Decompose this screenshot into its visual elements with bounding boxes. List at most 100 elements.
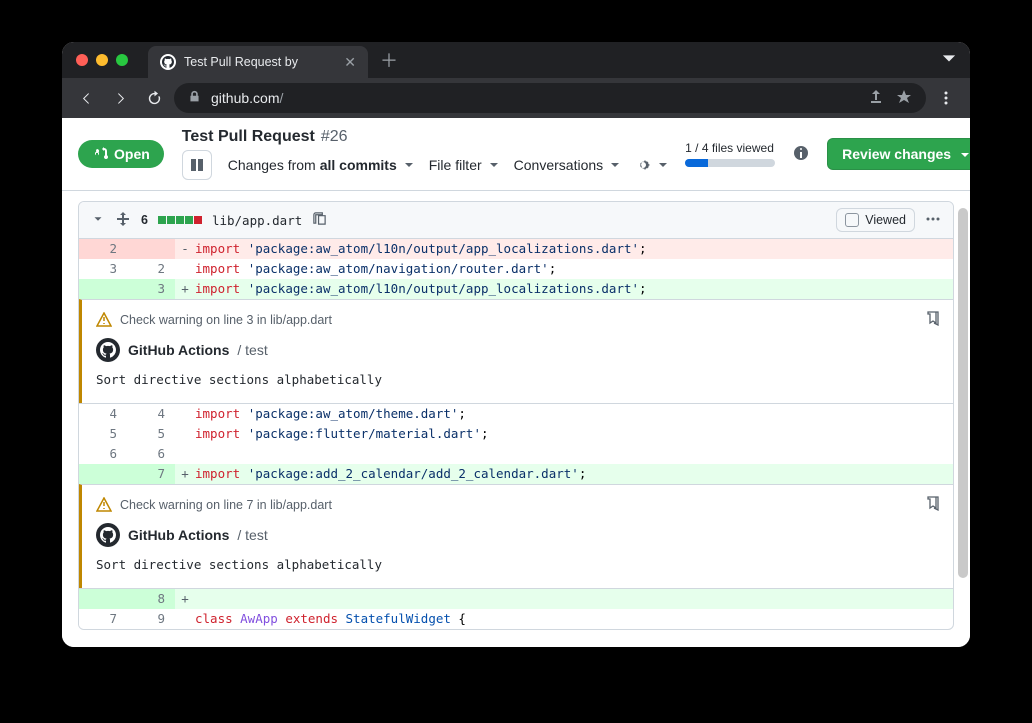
old-line-number: 7 [79, 609, 127, 629]
code-content: import 'package:aw_atom/theme.dart'; [195, 404, 953, 424]
info-icon[interactable] [793, 145, 809, 164]
chevron-down-icon [957, 146, 969, 162]
open-label: Open [114, 146, 150, 162]
old-line-number: 6 [79, 444, 127, 464]
new-line-number: 7 [127, 464, 175, 484]
browser-toolbar: github.com/ [62, 78, 970, 118]
new-line-number: 2 [127, 259, 175, 279]
diff-line[interactable]: 66 [79, 444, 953, 464]
diff-marker [175, 404, 195, 424]
old-line-number: 5 [79, 424, 127, 444]
annotation-actor: GitHub Actions [128, 342, 229, 358]
diff-marker: - [175, 239, 195, 259]
alert-icon [96, 497, 112, 513]
share-icon[interactable] [868, 89, 884, 108]
browser-tab[interactable]: Test Pull Request by ✕ [148, 46, 368, 78]
file-name[interactable]: lib/app.dart [212, 213, 302, 228]
code-content: class AwApp extends StatefulWidget { [195, 609, 953, 629]
window-close[interactable] [76, 54, 88, 66]
conversations-dropdown[interactable]: Conversations [514, 157, 620, 173]
code-content: import 'package:aw_atom/l10n/output/app_… [195, 239, 953, 259]
reload-button[interactable] [140, 84, 168, 112]
diff-marker: + [175, 589, 195, 609]
forward-button[interactable] [106, 84, 134, 112]
files-viewed-progress: 1 / 4 files viewed [685, 141, 775, 167]
new-tab-button[interactable]: ＋ [380, 47, 398, 73]
git-pull-request-icon [92, 146, 108, 162]
toggle-layout-button[interactable] [182, 150, 212, 180]
old-line-number: 2 [79, 239, 127, 259]
old-line-number [79, 279, 127, 299]
github-actions-icon [96, 338, 120, 362]
tab-close-icon[interactable]: ✕ [344, 54, 356, 71]
alert-icon [96, 312, 112, 328]
diff-line[interactable]: 8+ [79, 589, 953, 609]
window-minimize[interactable] [96, 54, 108, 66]
expand-all-icon[interactable] [115, 211, 131, 230]
annotation-body: Sort directive sections alphabetically [96, 372, 939, 387]
diff-line[interactable]: 3+import 'package:aw_atom/l10n/output/ap… [79, 279, 953, 299]
file-filter-dropdown[interactable]: File filter [429, 157, 498, 173]
diff-marker [175, 444, 195, 464]
annotation-workflow: / test [237, 527, 267, 543]
old-line-number [79, 464, 127, 484]
pr-number: #26 [321, 128, 348, 146]
window-maximize[interactable] [116, 54, 128, 66]
diff-line[interactable]: 55 import 'package:flutter/material.dart… [79, 424, 953, 444]
diff-marker [175, 424, 195, 444]
new-line-number: 3 [127, 279, 175, 299]
diff-marker [175, 609, 195, 629]
tab-title: Test Pull Request by [184, 55, 336, 69]
files-viewed-text: 1 / 4 files viewed [685, 141, 774, 155]
viewed-checkbox-input[interactable] [845, 213, 859, 227]
annotation-head: Check warning on line 3 in lib/app.dart [120, 313, 332, 327]
changes-from-dropdown[interactable]: Changes from all commits [228, 157, 413, 173]
review-changes-button[interactable]: Review changes [827, 138, 970, 170]
diff-settings-dropdown[interactable] [635, 157, 667, 173]
view-details-icon[interactable] [925, 495, 941, 514]
change-count: 6 [141, 213, 148, 227]
lock-icon [188, 90, 201, 106]
file-menu-button[interactable] [925, 211, 941, 230]
progress-bar [685, 159, 775, 167]
tab-bar: Test Pull Request by ✕ ＋ [62, 42, 970, 78]
new-line-number: 4 [127, 404, 175, 424]
annotation-head: Check warning on line 7 in lib/app.dart [120, 498, 332, 512]
pr-header: Open Test Pull Request #26 Changes from … [62, 118, 970, 191]
old-line-number: 4 [79, 404, 127, 424]
code-content: import 'package:add_2_calendar/add_2_cal… [195, 464, 953, 484]
viewed-checkbox[interactable]: Viewed [836, 208, 915, 232]
scrollbar[interactable] [958, 208, 968, 578]
view-details-icon[interactable] [925, 310, 941, 329]
browser-menu-button[interactable] [932, 90, 960, 106]
diff-stat-squares [158, 216, 202, 224]
new-line-number: 5 [127, 424, 175, 444]
file-diff-box: 6 lib/app.dart Viewed 2-import 'package:… [78, 201, 954, 630]
diff-line[interactable]: 7+import 'package:add_2_calendar/add_2_c… [79, 464, 953, 484]
bookmark-icon[interactable] [896, 89, 912, 108]
page-content: Open Test Pull Request #26 Changes from … [62, 118, 970, 647]
diff-marker [175, 259, 195, 279]
diff-line[interactable]: 32 import 'package:aw_atom/navigation/ro… [79, 259, 953, 279]
github-favicon [160, 54, 176, 70]
diff-hunk: 8+79 class AwApp extends StatefulWidget … [79, 588, 953, 629]
code-content [195, 589, 953, 609]
back-button[interactable] [72, 84, 100, 112]
github-actions-icon [96, 523, 120, 547]
copy-path-icon[interactable] [312, 211, 327, 229]
diff-line[interactable]: 44 import 'package:aw_atom/theme.dart'; [79, 404, 953, 424]
collapse-icon[interactable] [91, 212, 105, 229]
diff-marker: + [175, 279, 195, 299]
pr-title: Test Pull Request [182, 128, 315, 146]
tabs-overflow-icon[interactable] [942, 51, 956, 70]
annotation-actor: GitHub Actions [128, 527, 229, 543]
address-bar[interactable]: github.com/ [174, 83, 926, 113]
code-content: import 'package:aw_atom/l10n/output/app_… [195, 279, 953, 299]
check-annotation: Check warning on line 7 in lib/app.dart … [79, 484, 953, 588]
diff-line[interactable]: 79 class AwApp extends StatefulWidget { [79, 609, 953, 629]
check-annotation: Check warning on line 3 in lib/app.dart … [79, 299, 953, 403]
diff-line[interactable]: 2 -import 'package:aw_atom/l10n/output/ap… [79, 239, 953, 259]
diff-marker: + [175, 464, 195, 484]
new-line-number [127, 239, 175, 259]
new-line-number: 9 [127, 609, 175, 629]
